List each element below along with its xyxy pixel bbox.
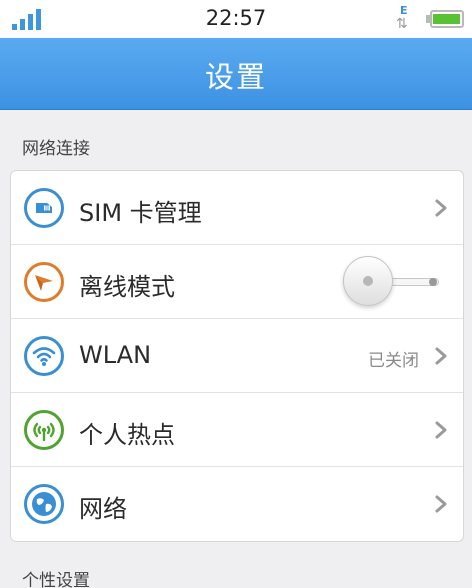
network-label: 网络 [79, 495, 127, 523]
battery-level-fill [433, 14, 460, 24]
paper-plane-icon [24, 262, 64, 302]
sim-card-icon [24, 188, 64, 228]
chevron-right-icon [435, 347, 447, 365]
chevron-right-icon [435, 421, 447, 439]
airplane-mode-item: 离线模式 [11, 245, 463, 319]
section-header-personalization: 个性设置 [22, 571, 90, 588]
airplane-mode-toggle[interactable] [343, 256, 447, 308]
wifi-icon [24, 336, 64, 376]
personal-hotspot-label: 个人热点 [79, 421, 175, 449]
wlan-status-value: 已关闭 [368, 351, 419, 371]
sim-card-management-item[interactable]: SIM 卡管理 [11, 171, 463, 245]
personal-hotspot-item[interactable]: 个人热点 [11, 393, 463, 467]
status-bar: 22:57 E ⇅ [0, 0, 472, 38]
battery-icon [426, 10, 464, 28]
chevron-right-icon [435, 199, 447, 217]
globe-icon [24, 484, 64, 524]
mobile-data-icon: E ⇅ [394, 4, 418, 34]
title-bar: 设置 [0, 38, 472, 110]
hotspot-icon [24, 410, 64, 450]
section-header-network: 网络连接 [22, 139, 90, 159]
sim-card-management-label: SIM 卡管理 [79, 199, 202, 227]
wlan-item[interactable]: WLAN 已关闭 [11, 319, 463, 393]
toggle-end-dot [429, 278, 437, 286]
wlan-label: WLAN [79, 341, 152, 369]
page-title: 设置 [204, 60, 267, 94]
airplane-mode-label: 离线模式 [79, 273, 175, 301]
chevron-right-icon [435, 495, 447, 513]
network-settings-list: SIM 卡管理 离线模式 WLAN 已关闭 个人热点 网络 [10, 170, 464, 542]
data-transfer-icon: ⇅ [396, 16, 408, 32]
network-item[interactable]: 网络 [11, 467, 463, 541]
toggle-knob[interactable] [343, 256, 393, 306]
